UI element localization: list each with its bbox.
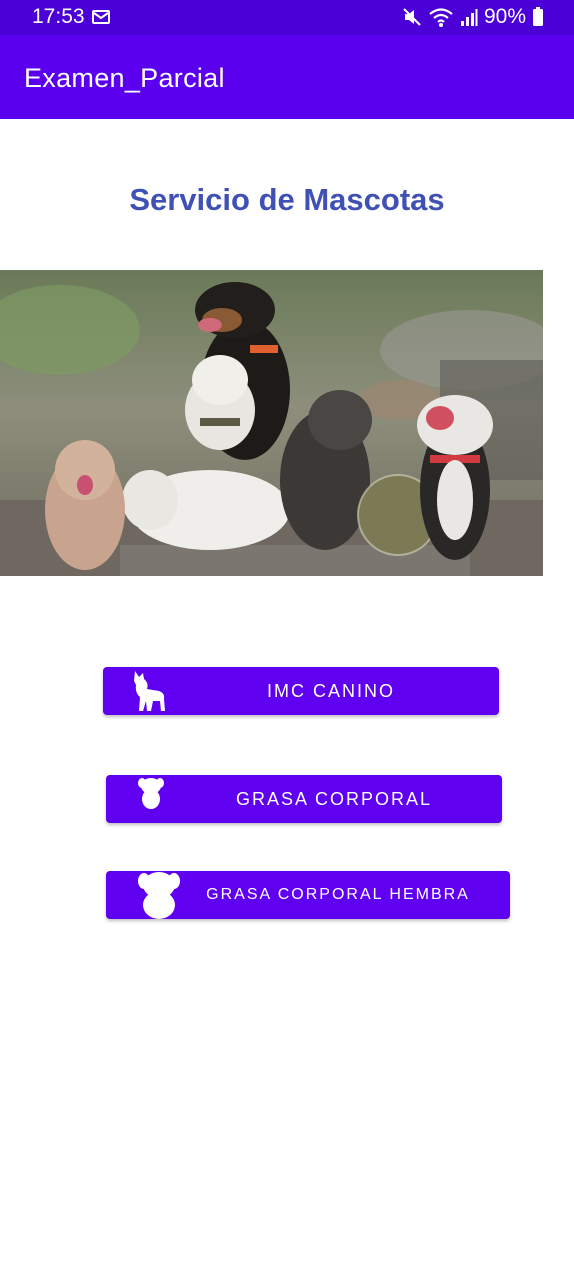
battery-percent: 90%	[483, 5, 526, 28]
imc-canino-label: IMC CANINO	[267, 680, 395, 701]
imc-canino-button[interactable]: IMC CANINO	[103, 667, 499, 715]
grasa-corporal-button[interactable]: GRASA CORPORAL	[106, 775, 502, 823]
puppy-silhouette-icon	[138, 778, 164, 809]
status-time: 17:53	[32, 5, 85, 28]
dog-silhouette-icon	[134, 671, 165, 711]
status-icons: 90%	[402, 4, 544, 30]
status-bar: 17:53 90%	[0, 0, 574, 35]
grasa-corporal-hembra-label: GRASA CORPORAL HEMBRA	[206, 886, 470, 903]
page-title: Servicio de Mascotas	[129, 182, 445, 217]
battery-icon	[533, 7, 543, 26]
mute-icon	[403, 8, 421, 26]
app-bar: Examen_Parcial	[0, 35, 574, 119]
signal-icon	[460, 9, 478, 26]
hero-image	[0, 270, 543, 576]
grasa-corporal-label: GRASA CORPORAL	[235, 788, 433, 809]
wifi-icon	[429, 8, 453, 27]
grasa-corporal-hembra-button[interactable]: GRASA CORPORAL HEMBRA	[106, 871, 510, 919]
app-title: Examen_Parcial	[24, 63, 225, 93]
notification-icon	[92, 10, 110, 24]
dog-face-silhouette-icon	[138, 872, 180, 919]
dogs-photo	[0, 270, 543, 576]
